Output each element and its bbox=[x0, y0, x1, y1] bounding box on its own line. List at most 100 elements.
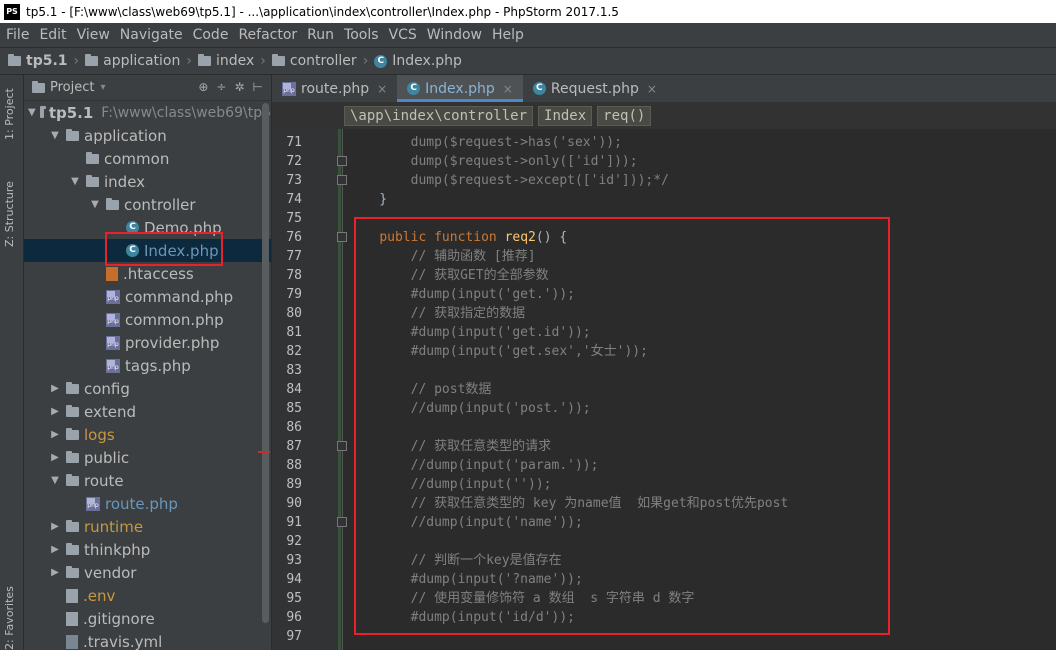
tree-item--travis-yml[interactable]: .travis.yml bbox=[24, 630, 271, 650]
menu-run[interactable]: Run bbox=[307, 27, 334, 43]
close-tab-icon[interactable]: × bbox=[503, 82, 513, 96]
menu-refactor[interactable]: Refactor bbox=[238, 27, 297, 43]
tree-item-route-php[interactable]: php route.php bbox=[24, 492, 271, 515]
tree-item-demo-php[interactable]: C Demo.php bbox=[24, 216, 271, 239]
code-line[interactable]: public function req2() { bbox=[348, 228, 567, 247]
collapse-icon[interactable]: ÷ bbox=[216, 80, 226, 94]
structure-tool-tab[interactable]: Z: Structure bbox=[3, 181, 16, 247]
line-number: 72 bbox=[286, 154, 302, 169]
tree-item--htaccess[interactable]: .htaccess bbox=[24, 262, 271, 285]
breadcrumb-namespace[interactable]: \app\index\controller bbox=[344, 105, 534, 126]
nav-crumb-file[interactable]: C Index.php bbox=[374, 53, 462, 69]
editor-tab-index-php[interactable]: C Index.php × bbox=[397, 75, 523, 102]
code-line[interactable]: // post数据 bbox=[348, 380, 492, 399]
code-line[interactable]: // 获取任意类型的请求 bbox=[348, 437, 551, 456]
nav-crumb-project[interactable]: tp5.1 › bbox=[8, 53, 79, 69]
tree-item--gitignore[interactable]: .gitignore bbox=[24, 607, 271, 630]
code-line[interactable]: dump($request->only(['id'])); bbox=[348, 152, 638, 171]
project-tool-tab[interactable]: 1: Project bbox=[3, 88, 16, 140]
code-line[interactable]: // 判断一个key是值存在 bbox=[348, 551, 562, 570]
menu-file[interactable]: File bbox=[6, 27, 29, 43]
nav-crumb-controller[interactable]: controller › bbox=[271, 53, 368, 69]
tree-item-command-php[interactable]: php command.php bbox=[24, 285, 271, 308]
tree-item-config[interactable]: ▶ config bbox=[24, 377, 271, 400]
expanded-arrow-icon[interactable]: ▼ bbox=[68, 176, 82, 187]
tree-item-index[interactable]: ▼ index bbox=[24, 170, 271, 193]
code-line[interactable]: // 辅助函数 [推荐] bbox=[348, 247, 536, 266]
tree-item-vendor[interactable]: ▶ vendor bbox=[24, 561, 271, 584]
close-tab-icon[interactable]: × bbox=[377, 82, 387, 96]
collapsed-arrow-icon[interactable]: ▶ bbox=[48, 383, 62, 394]
tree-item-logs[interactable]: ▶ logs bbox=[24, 423, 271, 446]
tree-item-route[interactable]: ▼ route bbox=[24, 469, 271, 492]
breadcrumb-method[interactable]: req() bbox=[597, 105, 652, 126]
tree-item-provider-php[interactable]: php provider.php bbox=[24, 331, 271, 354]
menu-code[interactable]: Code bbox=[193, 27, 229, 43]
close-tab-icon[interactable]: × bbox=[647, 82, 657, 96]
code-line[interactable]: dump($request->has('sex')); bbox=[348, 133, 622, 152]
collapsed-arrow-icon[interactable]: ▶ bbox=[48, 429, 62, 440]
collapsed-arrow-icon[interactable]: ▶ bbox=[48, 544, 62, 555]
project-scrollbar[interactable] bbox=[262, 103, 269, 623]
chevron-down-icon[interactable]: ▾ bbox=[100, 82, 105, 93]
code-line[interactable]: // 获取任意类型的 key 为name值 如果get和post优先post bbox=[348, 494, 789, 513]
code-line[interactable]: #dump(input('get.')); bbox=[348, 285, 575, 304]
fold-marker-icon[interactable] bbox=[337, 441, 347, 451]
code-line[interactable]: //dump(input('post.')); bbox=[348, 399, 591, 418]
locate-icon[interactable]: ⊕ bbox=[198, 80, 208, 94]
code-line[interactable]: } bbox=[348, 190, 387, 209]
code-line[interactable]: #dump(input('get.sex','女士')); bbox=[348, 342, 648, 361]
expanded-arrow-icon[interactable]: ▼ bbox=[88, 199, 102, 210]
collapsed-arrow-icon[interactable]: ▶ bbox=[48, 521, 62, 532]
menu-navigate[interactable]: Navigate bbox=[120, 27, 183, 43]
tree-item-runtime[interactable]: ▶ runtime bbox=[24, 515, 271, 538]
menu-window[interactable]: Window bbox=[427, 27, 482, 43]
code-line[interactable]: #dump(input('?name')); bbox=[348, 570, 583, 589]
code-line[interactable]: // 获取指定的数据 bbox=[348, 304, 525, 323]
tree-item-tags-php[interactable]: php tags.php bbox=[24, 354, 271, 377]
code-line[interactable]: dump($request->except(['id']));*/ bbox=[348, 171, 669, 190]
tree-item-common-php[interactable]: php common.php bbox=[24, 308, 271, 331]
expanded-arrow-icon[interactable]: ▼ bbox=[48, 130, 62, 141]
editor-tab-route-php[interactable]: php route.php × bbox=[272, 75, 397, 102]
favorites-tool-tab[interactable]: 2: Favorites bbox=[3, 586, 16, 650]
expanded-arrow-icon[interactable]: ▼ bbox=[28, 107, 36, 118]
tree-item-common[interactable]: common bbox=[24, 147, 271, 170]
menu-help[interactable]: Help bbox=[492, 27, 524, 43]
tree-item-index-php[interactable]: C Index.php bbox=[24, 239, 271, 262]
tree-item-tp5-1[interactable]: ▼ tp5.1 F:\www\class\web69\tp5 bbox=[24, 101, 271, 124]
hide-icon[interactable]: ⊢ bbox=[253, 80, 263, 94]
nav-crumb-application[interactable]: application › bbox=[85, 53, 192, 69]
tree-item-extend[interactable]: ▶ extend bbox=[24, 400, 271, 423]
expanded-arrow-icon[interactable]: ▼ bbox=[48, 475, 62, 486]
menu-tools[interactable]: Tools bbox=[344, 27, 379, 43]
editor-tab-request-php[interactable]: C Request.php × bbox=[523, 75, 667, 102]
code-line[interactable]: // 使用变量修饰符 a 数组 s 字符串 d 数字 bbox=[348, 589, 695, 608]
collapsed-arrow-icon[interactable]: ▶ bbox=[48, 406, 62, 417]
menu-view[interactable]: View bbox=[77, 27, 110, 43]
code-line[interactable]: //dump(input('name')); bbox=[348, 513, 583, 532]
code-line[interactable]: #dump(input('get.id')); bbox=[348, 323, 591, 342]
tree-item-application[interactable]: ▼ application bbox=[24, 124, 271, 147]
breadcrumb-class[interactable]: Index bbox=[538, 105, 593, 126]
fold-marker-icon[interactable] bbox=[337, 175, 347, 185]
collapsed-arrow-icon[interactable]: ▶ bbox=[48, 567, 62, 578]
gear-icon[interactable]: ✲ bbox=[234, 80, 244, 94]
menu-vcs[interactable]: VCS bbox=[389, 27, 417, 43]
nav-crumb-index[interactable]: index › bbox=[197, 53, 266, 69]
tree-item-thinkphp[interactable]: ▶ thinkphp bbox=[24, 538, 271, 561]
fold-marker-icon[interactable] bbox=[337, 517, 347, 527]
tree-item-controller[interactable]: ▼ controller bbox=[24, 193, 271, 216]
fold-marker-icon[interactable] bbox=[337, 156, 347, 166]
tree-item-public[interactable]: ▶ public bbox=[24, 446, 271, 469]
tree-item--env[interactable]: .env bbox=[24, 584, 271, 607]
menu-edit[interactable]: Edit bbox=[39, 27, 66, 43]
code-line[interactable]: //dump(input('')); bbox=[348, 475, 552, 494]
code-line[interactable]: // 获取GET的全部参数 bbox=[348, 266, 549, 285]
fold-marker-icon[interactable] bbox=[337, 232, 347, 242]
collapsed-arrow-icon[interactable]: ▶ bbox=[48, 452, 62, 463]
line-number: 89 bbox=[286, 477, 302, 492]
code-line[interactable]: #dump(input('id/d')); bbox=[348, 608, 575, 627]
project-view-selector[interactable]: Project bbox=[50, 80, 94, 95]
code-line[interactable]: //dump(input('param.')); bbox=[348, 456, 599, 475]
